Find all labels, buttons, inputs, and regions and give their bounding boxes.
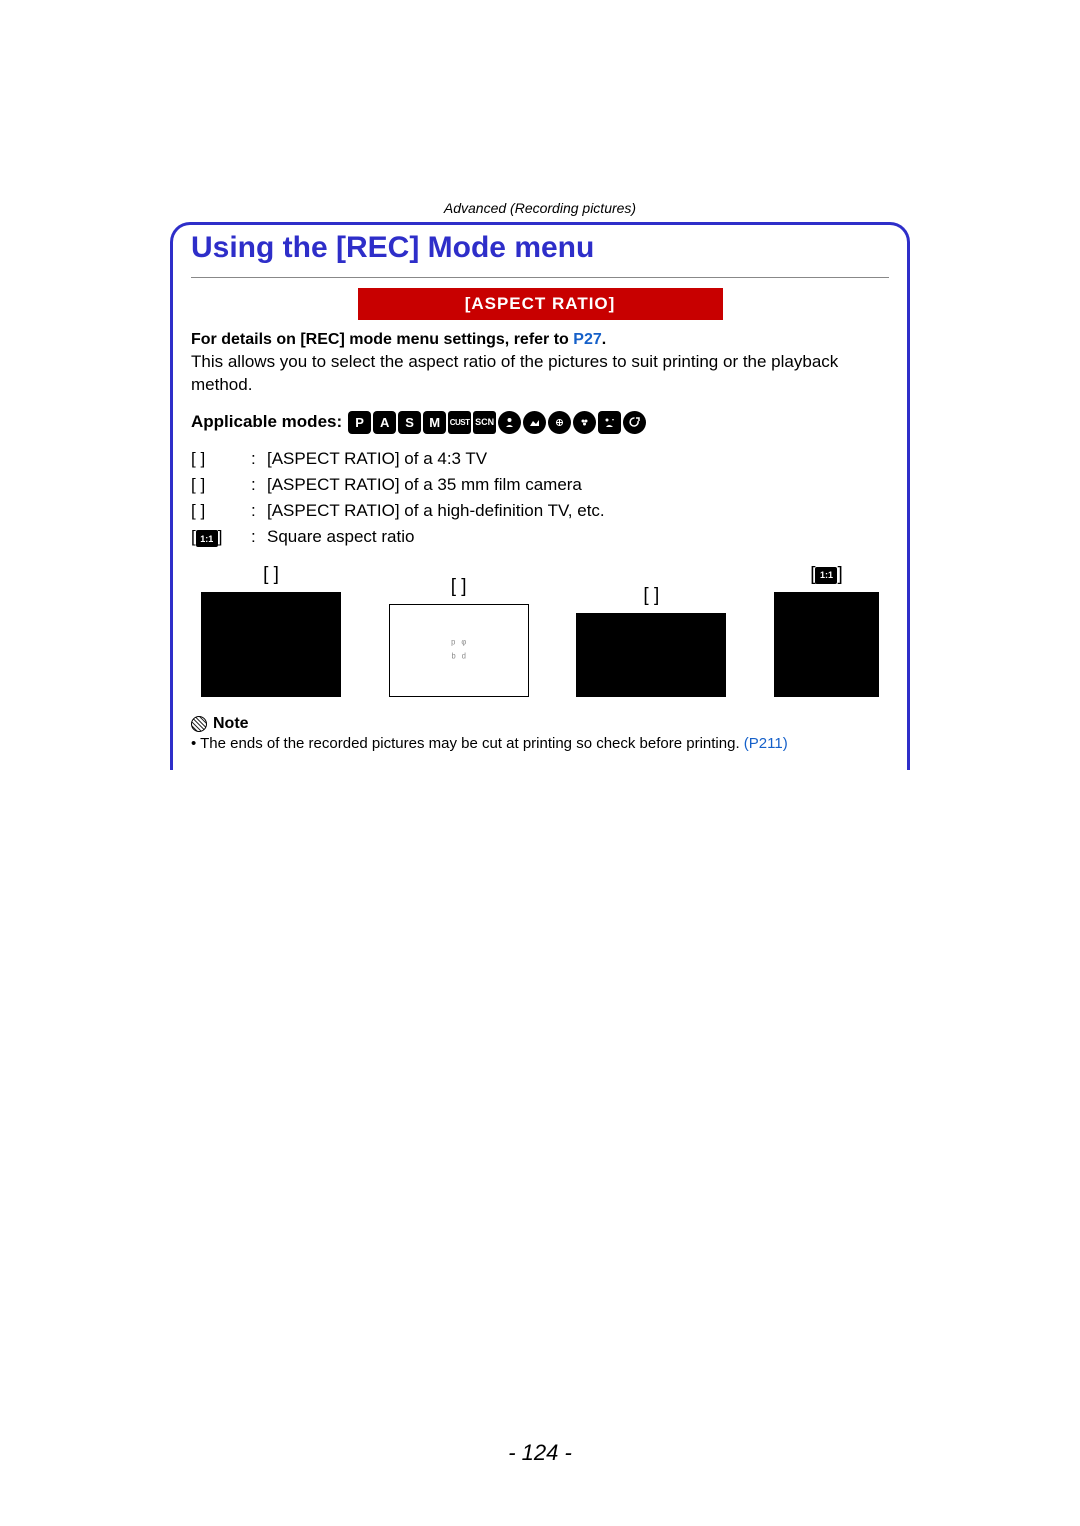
title-underline: [191, 277, 889, 278]
thumb-label: [1:1]: [810, 564, 843, 586]
section-ribbon: [ASPECT RATIO]: [358, 288, 723, 320]
ratio-colon: :: [251, 446, 267, 472]
mode-p-icon: P: [348, 411, 371, 434]
thumb-11-image: [774, 592, 879, 697]
details-link[interactable]: P27: [573, 331, 601, 348]
thumb-label: [ ]: [451, 576, 467, 598]
thumb-label: [ ]: [643, 585, 659, 607]
mode-night-icon: [598, 411, 621, 434]
thumb-169-col: [ ]: [576, 585, 726, 697]
thumb-label: [ ]: [263, 564, 279, 586]
manual-page: Advanced (Recording pictures) Using the …: [0, 0, 1080, 1526]
ratio-item: [ ] : [ASPECT RATIO] of a 35 mm film cam…: [191, 472, 611, 498]
note-bullet: • The ends of the recorded pictures may …: [191, 735, 744, 752]
note-heading: Note: [191, 715, 889, 733]
bunny-placeholder: ᵖ ᵠᵇ ᵈ: [451, 637, 466, 666]
mode-other-icon: [623, 411, 646, 434]
ratio-item: [1:1] : Square aspect ratio: [191, 524, 611, 551]
ratio-text: [ASPECT RATIO] of a high-definition TV, …: [267, 498, 611, 524]
note-label: Note: [213, 715, 249, 733]
content-frame: Using the [REC] Mode menu [ASPECT RATIO]…: [170, 222, 910, 770]
ratio-text: Square aspect ratio: [267, 524, 611, 551]
ratio-colon: :: [251, 524, 267, 551]
ratio-colon: :: [251, 472, 267, 498]
page-number: - 124 -: [0, 1440, 1080, 1466]
ratio-item: [ ] : [ASPECT RATIO] of a 4:3 TV: [191, 446, 611, 472]
note-link[interactable]: (P211): [744, 735, 788, 752]
mode-closeup-icon: [573, 411, 596, 434]
mode-a-icon: A: [373, 411, 396, 434]
mode-cust-icon: CUST: [448, 411, 471, 434]
ratio-colon: :: [251, 498, 267, 524]
thumb-32-image: ᵖ ᵠᵇ ᵈ: [389, 604, 529, 697]
thumb-32-col: [ ] ᵖ ᵠᵇ ᵈ: [389, 576, 529, 697]
page-title: Using the [REC] Mode menu: [191, 231, 907, 265]
ratio-item: [ ] : [ASPECT RATIO] of a high-definitio…: [191, 498, 611, 524]
one-one-icon: 1:1: [815, 567, 837, 584]
details-line: For details on [REC] mode menu settings,…: [191, 328, 889, 397]
thumb-43-image: [201, 592, 341, 697]
applicable-label: Applicable modes:: [191, 412, 342, 432]
one-one-icon: 1:1: [196, 530, 218, 547]
ratio-bracket: [ ]: [191, 472, 251, 498]
ratio-list: [ ] : [ASPECT RATIO] of a 4:3 TV [ ] : […: [191, 446, 611, 551]
thumb-43-col: [ ]: [201, 564, 341, 697]
thumbnail-row: [ ] [ ] ᵖ ᵠᵇ ᵈ [ ] [1:1]: [191, 564, 889, 697]
mode-landscape-icon: [523, 411, 546, 434]
note-icon: [191, 716, 207, 732]
mode-s-icon: S: [398, 411, 421, 434]
applicable-modes-row: Applicable modes: P A S M CUST SCN: [191, 411, 889, 434]
ratio-bracket: [ ]: [191, 498, 251, 524]
ratio-bracket: [1:1]: [191, 524, 251, 551]
thumb-169-image: [576, 613, 726, 697]
ratio-text: [ASPECT RATIO] of a 35 mm film camera: [267, 472, 611, 498]
mode-scn-icon: SCN: [473, 411, 496, 434]
mode-portrait-icon: [498, 411, 521, 434]
details-prefix: For details on [REC] mode menu settings,…: [191, 331, 573, 348]
thumb-11-col: [1:1]: [774, 564, 879, 697]
mode-m-icon: M: [423, 411, 446, 434]
note-text: • The ends of the recorded pictures may …: [191, 735, 889, 752]
ratio-bracket: [ ]: [191, 446, 251, 472]
mode-icons: P A S M CUST SCN: [348, 411, 646, 434]
mode-sport-icon: [548, 411, 571, 434]
section-header: Advanced (Recording pictures): [170, 200, 910, 216]
ratio-text: [ASPECT RATIO] of a 4:3 TV: [267, 446, 611, 472]
details-suffix: .: [602, 331, 606, 348]
description: This allows you to select the aspect rat…: [191, 352, 838, 394]
